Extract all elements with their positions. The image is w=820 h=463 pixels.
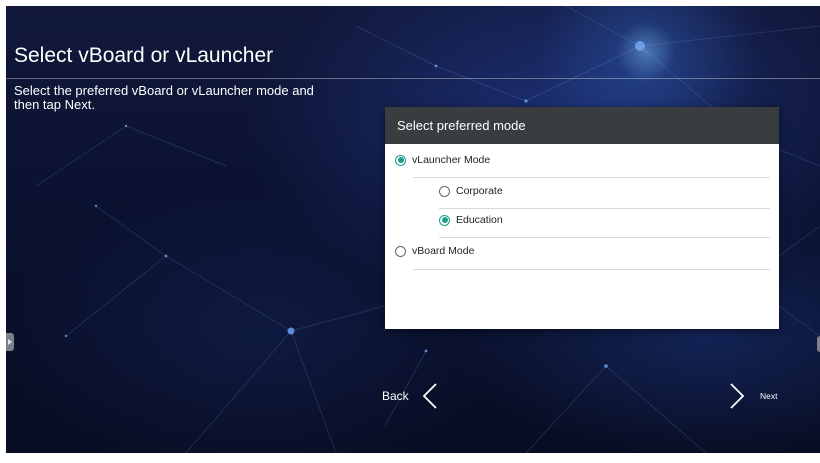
chevron-right-icon[interactable] (728, 382, 746, 410)
education-option[interactable]: Education (439, 214, 503, 226)
page-title: Select vBoard or vLauncher (14, 44, 274, 67)
next-label: Next (760, 391, 778, 401)
chevron-left-icon[interactable] (421, 382, 439, 410)
instruction-text: Select the preferred vBoard or vLauncher… (14, 83, 314, 112)
title-divider (6, 78, 820, 79)
radio-checked-icon[interactable] (439, 214, 450, 226)
option-label: Education (456, 214, 503, 226)
radio-unchecked-icon[interactable] (439, 185, 450, 197)
option-label: Corporate (456, 185, 503, 197)
next-button[interactable]: Next (728, 382, 777, 410)
setup-screen: Select vBoard or vLauncher Select the pr… (6, 6, 820, 453)
mode-selection-dialog: Select preferred mode vLauncher Mode Cor… (385, 107, 779, 329)
back-button[interactable]: Back (382, 382, 439, 410)
back-label: Back (382, 389, 409, 403)
divider (413, 177, 770, 178)
divider (413, 269, 770, 270)
dialog-title: Select preferred mode (385, 107, 779, 144)
radio-checked-icon[interactable] (395, 154, 406, 166)
corporate-option[interactable]: Corporate (439, 185, 503, 197)
divider (439, 208, 770, 209)
option-label: vBoard Mode (412, 245, 475, 257)
divider (439, 237, 770, 238)
vlauncher-mode-option[interactable]: vLauncher Mode (395, 154, 490, 166)
vboard-mode-option[interactable]: vBoard Mode (395, 245, 474, 257)
radio-unchecked-icon[interactable] (395, 245, 406, 257)
option-label: vLauncher Mode (412, 154, 491, 166)
caret-right-icon[interactable] (6, 333, 14, 351)
